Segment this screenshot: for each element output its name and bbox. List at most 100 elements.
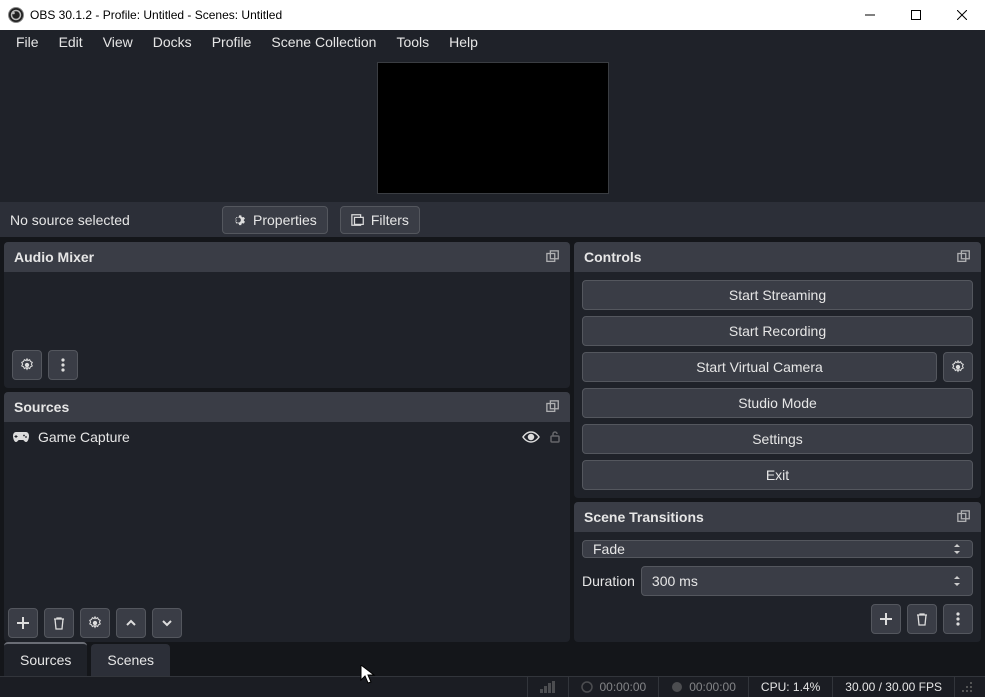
resize-grip-icon xyxy=(961,681,973,693)
scene-transitions-header[interactable]: Scene Transitions xyxy=(574,502,981,532)
status-network-cell xyxy=(527,677,568,697)
transition-selected-value: Fade xyxy=(593,541,625,557)
menu-tools[interactable]: Tools xyxy=(386,30,439,54)
gear-icon xyxy=(233,213,247,227)
source-item-label: Game Capture xyxy=(38,429,130,445)
filters-button[interactable]: Filters xyxy=(340,206,420,234)
properties-button[interactable]: Properties xyxy=(222,206,328,234)
tab-scenes[interactable]: Scenes xyxy=(91,644,170,676)
popout-icon[interactable] xyxy=(957,510,971,524)
gear-icon xyxy=(20,358,34,372)
kebab-icon xyxy=(61,358,65,372)
duration-input[interactable]: 300 ms xyxy=(641,566,973,596)
source-item-game-capture[interactable]: Game Capture xyxy=(4,422,570,452)
eye-icon[interactable] xyxy=(522,430,540,444)
audio-mixer-title: Audio Mixer xyxy=(14,249,94,265)
gear-icon xyxy=(951,360,965,374)
menu-docks[interactable]: Docks xyxy=(143,30,202,54)
chevron-up-icon xyxy=(125,617,137,629)
move-source-down-button[interactable] xyxy=(152,608,182,638)
transition-menu-button[interactable] xyxy=(943,604,973,634)
popout-icon[interactable] xyxy=(957,250,971,264)
status-rec-cell: 00:00:00 xyxy=(658,677,748,697)
audio-mixer-header[interactable]: Audio Mixer xyxy=(4,242,570,272)
gear-icon xyxy=(88,616,102,630)
tab-sources[interactable]: Sources xyxy=(4,642,87,676)
status-bar: 00:00:00 00:00:00 CPU: 1.4% 30.00 / 30.0… xyxy=(0,676,985,697)
settings-button[interactable]: Settings xyxy=(582,424,973,454)
sources-header[interactable]: Sources xyxy=(4,392,570,422)
window-minimize-button[interactable] xyxy=(847,0,893,30)
menu-help[interactable]: Help xyxy=(439,30,488,54)
menu-edit[interactable]: Edit xyxy=(49,30,93,54)
trash-icon xyxy=(915,612,929,626)
start-recording-button[interactable]: Start Recording xyxy=(582,316,973,346)
controls-title: Controls xyxy=(584,249,642,265)
stepper-icon[interactable] xyxy=(952,574,962,588)
audio-menu-button[interactable] xyxy=(48,350,78,380)
kebab-icon xyxy=(956,612,960,626)
fps-value: 30.00 / 30.00 FPS xyxy=(845,680,942,694)
audio-mixer-panel: Audio Mixer xyxy=(4,242,570,388)
duration-value: 300 ms xyxy=(652,573,698,589)
exit-button[interactable]: Exit xyxy=(582,460,973,490)
controls-header[interactable]: Controls xyxy=(574,242,981,272)
scene-transitions-panel: Scene Transitions Fade Duration 300 ms xyxy=(574,502,981,642)
live-time-value: 00:00:00 xyxy=(599,680,646,694)
filters-label: Filters xyxy=(371,212,409,228)
source-properties-button[interactable] xyxy=(80,608,110,638)
trash-icon xyxy=(52,616,66,630)
popout-icon[interactable] xyxy=(546,250,560,264)
preview-area xyxy=(0,54,985,202)
window-maximize-button[interactable] xyxy=(893,0,939,30)
duration-label: Duration xyxy=(582,573,635,589)
menu-profile[interactable]: Profile xyxy=(202,30,262,54)
start-streaming-button[interactable]: Start Streaming xyxy=(582,280,973,310)
bars-icon xyxy=(540,681,556,693)
audio-mixer-toolbar xyxy=(8,346,566,384)
preview-canvas[interactable] xyxy=(377,62,609,194)
add-transition-button[interactable] xyxy=(871,604,901,634)
scene-transitions-title: Scene Transitions xyxy=(584,509,704,525)
window-close-button[interactable] xyxy=(939,0,985,30)
select-spinner-icon xyxy=(952,542,962,556)
lock-icon[interactable] xyxy=(548,430,562,444)
sources-title: Sources xyxy=(14,399,69,415)
resize-grip[interactable] xyxy=(954,677,979,697)
sources-toolbar xyxy=(4,604,570,642)
audio-mixer-empty-area xyxy=(8,276,566,346)
rec-time-value: 00:00:00 xyxy=(689,680,736,694)
window-titlebar: OBS 30.1.2 - Profile: Untitled - Scenes:… xyxy=(0,0,985,30)
transitions-toolbar xyxy=(582,604,973,634)
plus-icon xyxy=(16,616,30,630)
menu-view[interactable]: View xyxy=(93,30,143,54)
rec-dot-icon xyxy=(671,681,683,693)
filters-icon xyxy=(351,213,365,227)
menu-file[interactable]: File xyxy=(6,30,49,54)
remove-source-button[interactable] xyxy=(44,608,74,638)
start-virtual-camera-button[interactable]: Start Virtual Camera xyxy=(582,352,937,382)
obs-app-icon xyxy=(8,7,24,23)
transition-select[interactable]: Fade xyxy=(582,540,973,558)
controls-panel: Controls Start Streaming Start Recording… xyxy=(574,242,981,498)
status-fps-cell: 30.00 / 30.00 FPS xyxy=(832,677,954,697)
add-source-button[interactable] xyxy=(8,608,38,638)
menu-bar: File Edit View Docks Profile Scene Colle… xyxy=(0,30,985,54)
live-dot-icon xyxy=(581,681,593,693)
move-source-up-button[interactable] xyxy=(116,608,146,638)
virtual-camera-settings-button[interactable] xyxy=(943,352,973,382)
popout-icon[interactable] xyxy=(546,400,560,414)
menu-scene-collection[interactable]: Scene Collection xyxy=(261,30,386,54)
sources-panel: Sources Game Capture xyxy=(4,392,570,642)
properties-label: Properties xyxy=(253,212,317,228)
window-title: OBS 30.1.2 - Profile: Untitled - Scenes:… xyxy=(30,8,847,22)
status-live-cell: 00:00:00 xyxy=(568,677,658,697)
gamepad-icon xyxy=(12,430,30,444)
dock-tabs: Sources Scenes xyxy=(0,642,985,676)
studio-mode-button[interactable]: Studio Mode xyxy=(582,388,973,418)
status-cpu-cell: CPU: 1.4% xyxy=(748,677,832,697)
plus-icon xyxy=(879,612,893,626)
audio-advanced-button[interactable] xyxy=(12,350,42,380)
remove-transition-button[interactable] xyxy=(907,604,937,634)
sources-list[interactable]: Game Capture xyxy=(4,422,570,604)
